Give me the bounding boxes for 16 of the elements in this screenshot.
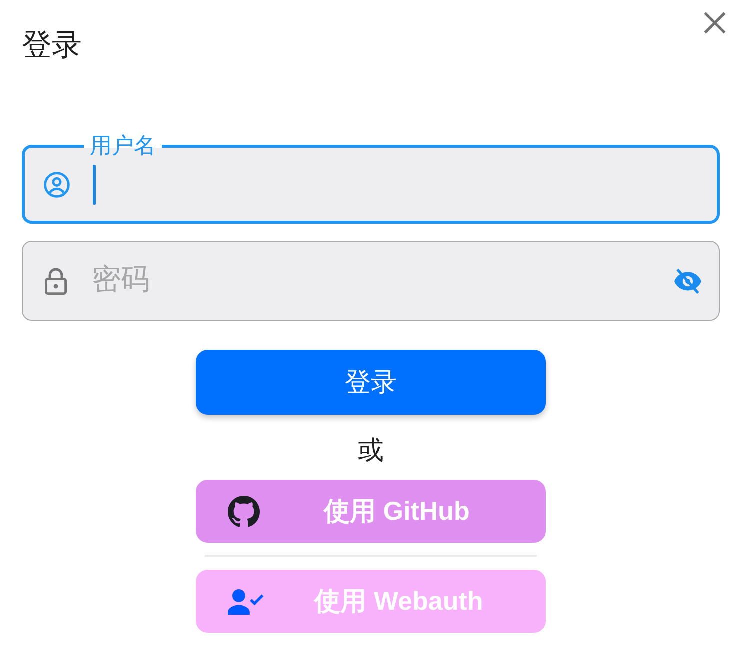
login-button[interactable]: 登录 (196, 350, 546, 415)
dialog-title: 登录 (22, 28, 82, 64)
or-label: 或 (358, 435, 384, 465)
person-check-icon (228, 588, 264, 614)
lock-icon (45, 268, 67, 294)
close-icon[interactable] (703, 11, 727, 35)
user-circle-icon (44, 172, 70, 198)
password-input[interactable]: 密码 (92, 259, 665, 303)
field-label: 用户名 (89, 135, 157, 157)
github-login-button[interactable]: 使用 GitHub (196, 480, 546, 543)
eye-off-icon[interactable] (673, 268, 703, 294)
webauthn-login-button[interactable]: 使用 Webauth (196, 570, 546, 633)
text-cursor-icon (93, 164, 96, 204)
username-field[interactable]: 用户名 (22, 135, 720, 224)
cat-logo-icon (228, 496, 260, 528)
password-field[interactable]: 密码 (22, 241, 720, 321)
